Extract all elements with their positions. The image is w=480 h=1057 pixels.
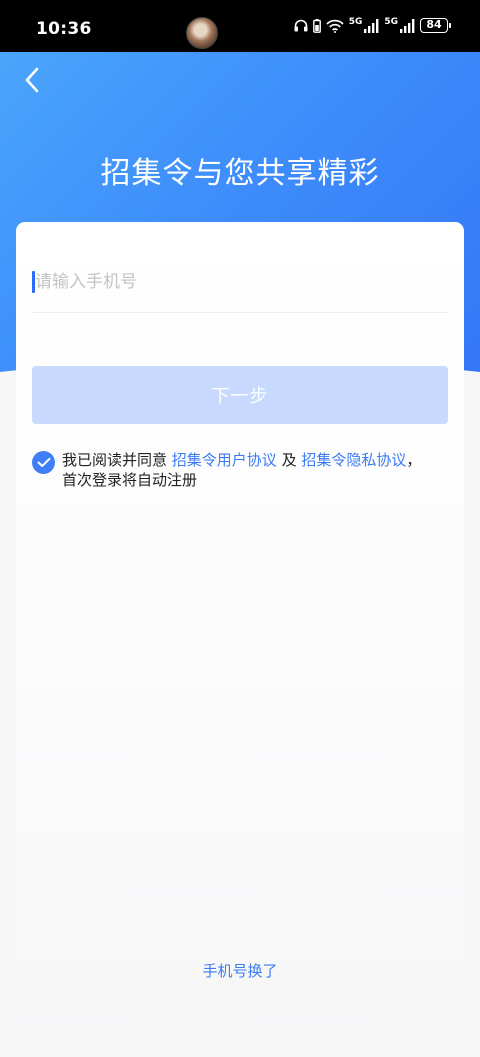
page-title: 招集令与您共享精彩 [100,156,380,191]
back-button[interactable] [14,62,50,98]
signal-icon [400,18,415,33]
wifi-icon [326,19,344,33]
privacy-policy-link[interactable]: 招集令隐私协议 [301,451,406,469]
change-phone-link[interactable]: 手机号换了 [16,960,464,981]
phone-input[interactable] [32,262,451,302]
status-icons: 5G 5G 84 [294,17,451,33]
network-type-label: 5G [348,17,363,27]
agreement-text: 我已阅读并同意 招集令用户协议 及 招集令隐私协议， 首次登录将自动注册 [62,450,421,490]
signal-icon [364,18,379,33]
status-time: 10:36 [36,19,92,39]
battery-icon: 84 [420,18,451,33]
phone-input-container [32,262,451,313]
login-card: 下一步 我已阅读并同意 招集令用户协议 及 招集令隐私协议， 首次登录将自动注册… [16,222,464,1057]
agreement-prefix: 我已阅读并同意 [62,451,168,469]
agreement-checkbox[interactable] [32,451,55,474]
headphones-icon [294,19,308,32]
chevron-left-icon [25,67,39,93]
next-step-button[interactable]: 下一步 [32,366,448,424]
network-type-label: 5G [384,17,398,27]
checkmark-icon [37,457,50,467]
battery-saver-icon [312,18,321,33]
status-bar: 10:36 5G 5G 84 [0,0,480,52]
user-agreement-link[interactable]: 招集令用户协议 [172,451,277,469]
agreement-section: 我已阅读并同意 招集令用户协议 及 招集令隐私协议， 首次登录将自动注册 [32,450,452,490]
agreement-conjunction: 及 [281,451,297,469]
text-caret [32,271,35,293]
notification-avatar-icon [186,17,218,49]
agreement-suffix: 首次登录将自动注册 [62,471,198,489]
agreement-punctuation: ， [406,451,422,469]
